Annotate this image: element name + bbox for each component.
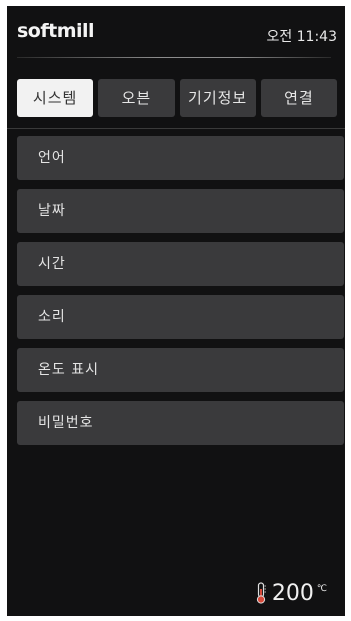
- menu-item-sound[interactable]: 소리: [17, 295, 344, 339]
- brand-logo: softmill: [17, 20, 95, 42]
- temperature-value: 200: [271, 581, 314, 606]
- status-divider: [17, 57, 331, 58]
- menu-item-language[interactable]: 언어: [17, 136, 344, 180]
- status-bar: softmill 오전 11:43: [7, 6, 345, 66]
- device-screen: softmill 오전 11:43 시스템 오븐 기기정보 연결 언어 날짜 시…: [7, 6, 345, 616]
- menu-item-temperature-display[interactable]: 온도 표시: [17, 348, 344, 392]
- menu-item-time[interactable]: 시간: [17, 242, 344, 286]
- menu-item-date[interactable]: 날짜: [17, 189, 344, 233]
- tab-divider: [7, 128, 345, 129]
- tab-system[interactable]: 시스템: [17, 79, 94, 117]
- temperature-unit: ℃: [316, 584, 327, 594]
- tab-bar: 시스템 오븐 기기정보 연결: [17, 79, 337, 117]
- tab-connection[interactable]: 연결: [260, 79, 337, 117]
- temperature-readout: 200 ℃: [255, 582, 327, 606]
- tab-oven[interactable]: 오븐: [98, 79, 175, 117]
- thermometer-icon: [256, 582, 266, 604]
- clock: 오전 11:43: [266, 29, 337, 45]
- tab-device-info[interactable]: 기기정보: [179, 79, 256, 117]
- settings-menu: 언어 날짜 시간 소리 온도 표시 비밀번호: [17, 136, 344, 454]
- menu-item-password[interactable]: 비밀번호: [17, 401, 344, 445]
